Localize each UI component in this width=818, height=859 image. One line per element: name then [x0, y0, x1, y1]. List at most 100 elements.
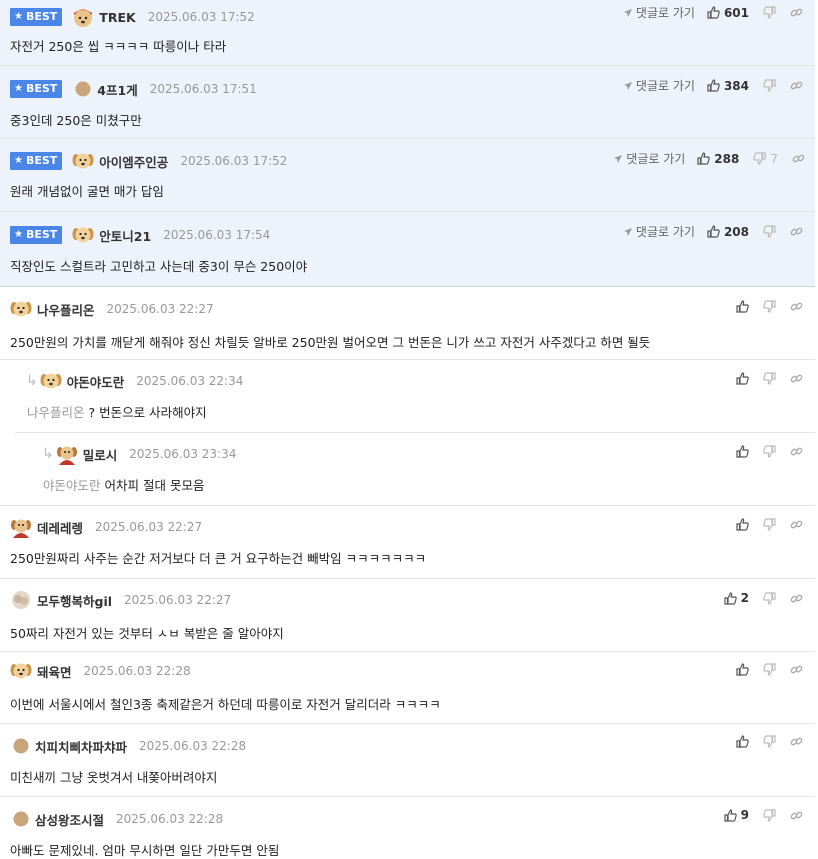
- link-button[interactable]: [790, 300, 803, 313]
- link-button[interactable]: [790, 663, 803, 676]
- dislike-button[interactable]: [763, 445, 776, 458]
- comment-author[interactable]: 모두행복하gil: [37, 591, 112, 610]
- thumbs-down-icon: [753, 152, 766, 165]
- link-icon: [790, 737, 803, 746]
- like-count: 2: [740, 591, 749, 605]
- link-button[interactable]: [790, 225, 803, 238]
- comment-author[interactable]: 야돈야도란: [67, 372, 125, 391]
- thumbs-down-icon: [763, 6, 776, 19]
- like-button[interactable]: 288: [697, 152, 739, 166]
- link-icon: [790, 447, 803, 456]
- link-button[interactable]: [790, 518, 803, 531]
- dislike-button[interactable]: [763, 808, 776, 822]
- thumbs-up-icon: [736, 445, 749, 458]
- thumbs-down-icon: [763, 372, 776, 385]
- goto-comment-link[interactable]: 댓글로 가기: [623, 223, 695, 240]
- comment-text: 미친새끼 그냥 옷벗겨서 내쫒아버려야지: [10, 770, 218, 785]
- goto-comment-link[interactable]: 댓글로 가기: [623, 4, 695, 21]
- comment: 삼성왕조시절 2025.06.03 22:28 아빠도 문제있네. 엄마 무시하…: [0, 797, 815, 858]
- comment-author[interactable]: 돼육면: [37, 662, 72, 681]
- like-button[interactable]: 2: [724, 591, 749, 605]
- like-button[interactable]: 384: [707, 79, 749, 93]
- link-icon: [792, 154, 805, 163]
- link-button[interactable]: [790, 592, 803, 605]
- dislike-button[interactable]: [763, 6, 776, 19]
- reply-arrow-icon: ↳: [26, 373, 38, 389]
- link-button[interactable]: [790, 6, 803, 19]
- like-button[interactable]: [736, 300, 749, 313]
- goto-comment-link[interactable]: 댓글로 가기: [623, 77, 695, 94]
- avatar: [74, 9, 93, 27]
- like-button[interactable]: [736, 518, 749, 531]
- comment-date: 2025.06.03 22:27: [106, 302, 214, 316]
- link-button[interactable]: [790, 735, 803, 748]
- mention-author[interactable]: 나우플리온: [27, 405, 85, 420]
- comment-author[interactable]: 나우플리온: [37, 300, 95, 319]
- comment: 나우플리온 2025.06.03 22:27 250만원의 가치를 깨닫게 해줘…: [0, 290, 815, 360]
- link-button[interactable]: [792, 152, 805, 165]
- mention-author[interactable]: 야돈야도란: [43, 478, 101, 493]
- best-badge: ★ BEST: [10, 226, 63, 244]
- avatar: [10, 301, 32, 317]
- like-button[interactable]: [736, 445, 749, 458]
- like-button[interactable]: 601: [707, 6, 749, 20]
- dislike-button[interactable]: [763, 300, 776, 313]
- avatar: [72, 227, 94, 243]
- link-button[interactable]: [790, 809, 803, 822]
- dislike-button[interactable]: 7: [753, 152, 778, 166]
- comment-author[interactable]: TREK: [99, 10, 135, 25]
- thumbs-up-icon: [707, 6, 720, 19]
- dislike-button[interactable]: [763, 518, 776, 531]
- avatar: [13, 811, 29, 827]
- comment-author[interactable]: 삼성왕조시절: [35, 810, 104, 829]
- comment-author[interactable]: 4프1게: [97, 80, 137, 99]
- dislike-button[interactable]: [763, 79, 776, 92]
- comment-text: 나우플리온? 번돈으로 사라해야지: [27, 405, 207, 420]
- thumbs-up-icon: [724, 808, 737, 822]
- like-button[interactable]: 208: [707, 225, 749, 239]
- link-button[interactable]: [790, 445, 803, 458]
- reply-arrow-icon: ↳: [42, 446, 54, 462]
- like-button[interactable]: 9: [724, 808, 749, 822]
- link-icon: [790, 520, 803, 529]
- comment-author[interactable]: 아이엠주인공: [99, 152, 168, 171]
- comment-date: 2025.06.03 22:34: [136, 374, 244, 388]
- star-icon: ★: [14, 229, 23, 240]
- comment-author[interactable]: 데레레렝: [37, 518, 83, 537]
- thumbs-down-icon: [763, 445, 776, 458]
- comment-date: 2025.06.03 23:34: [129, 447, 237, 461]
- arrow-icon: [623, 81, 632, 90]
- link-icon: [790, 227, 803, 236]
- dislike-button[interactable]: [763, 735, 776, 748]
- link-button[interactable]: [790, 79, 803, 92]
- like-button[interactable]: [736, 735, 749, 748]
- thumbs-up-icon: [736, 518, 749, 531]
- thumbs-up-icon: [697, 152, 711, 165]
- dislike-button[interactable]: [763, 591, 776, 605]
- dislike-button[interactable]: [763, 225, 776, 238]
- comment-author[interactable]: 안토니21: [99, 226, 151, 245]
- avatar: [40, 373, 62, 389]
- avatar: [11, 519, 31, 538]
- thumbs-up-icon: [707, 225, 720, 238]
- avatar: [12, 591, 30, 609]
- comment-text: 원래 개념없이 굴면 매가 답임: [10, 184, 164, 199]
- best-comment: ★ BEST 아이엠주인공 2025.06.03 17:52 원래 개념없이 굴면…: [0, 139, 815, 212]
- link-icon: [790, 81, 803, 90]
- like-button[interactable]: [736, 663, 749, 676]
- link-button[interactable]: [790, 372, 803, 385]
- comment: 치피치삐차파챠파 2025.06.03 22:28 미친새끼 그냥 옷벗겨서 내…: [0, 724, 815, 797]
- comment-author[interactable]: 치피치삐차파챠파: [35, 737, 127, 756]
- avatar: [72, 153, 94, 169]
- comment-date: 2025.06.03 22:28: [116, 812, 224, 826]
- link-icon: [790, 665, 803, 674]
- comment-author[interactable]: 밀로시: [83, 445, 118, 464]
- comment-date: 2025.06.03 22:27: [95, 520, 203, 534]
- dislike-button[interactable]: [763, 663, 776, 676]
- thumbs-down-icon: [763, 591, 776, 605]
- goto-comment-link[interactable]: 댓글로 가기: [613, 150, 685, 167]
- best-badge: ★ BEST: [10, 80, 63, 98]
- comment-date: 2025.06.03 17:51: [149, 82, 257, 96]
- dislike-button[interactable]: [763, 372, 776, 385]
- like-button[interactable]: [736, 372, 749, 385]
